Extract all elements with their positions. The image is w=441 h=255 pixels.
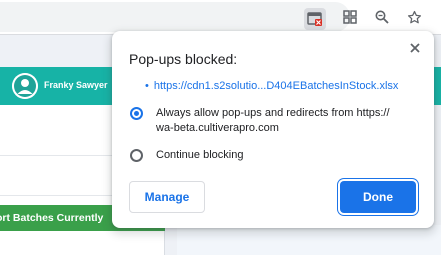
blocked-popup-link[interactable]: • https://cdn1.s2solutio...D404EBatchesIn… bbox=[145, 80, 398, 92]
popups-blocked-dialog: Pop-ups blocked: • https://cdn1.s2solutio… bbox=[112, 31, 434, 228]
done-button[interactable]: Done bbox=[340, 181, 416, 213]
continue-blocking-label[interactable]: Continue blocking bbox=[156, 148, 243, 163]
avatar[interactable] bbox=[12, 73, 38, 99]
close-icon[interactable] bbox=[405, 38, 425, 58]
blocked-popup-url: https://cdn1.s2solutio...D404EBatchesInS… bbox=[153, 80, 399, 92]
zoom-icon[interactable] bbox=[369, 4, 395, 30]
always-allow-label[interactable]: Always allow pop-ups and redirects from … bbox=[156, 106, 390, 136]
radio-continue-blocking[interactable] bbox=[130, 149, 143, 162]
bookmark-star-icon[interactable] bbox=[401, 4, 427, 30]
popup-blocked-icon[interactable] bbox=[304, 8, 326, 30]
browser-toolbar bbox=[0, 0, 441, 34]
user-name[interactable]: Franky Sawyer bbox=[44, 80, 108, 90]
radio-always-allow[interactable] bbox=[130, 107, 143, 120]
right-panel bbox=[177, 225, 441, 255]
manage-button[interactable]: Manage bbox=[129, 181, 205, 213]
bullet-icon: • bbox=[145, 80, 149, 92]
export-batches-label: ort Batches Currently bbox=[0, 212, 104, 224]
address-bar[interactable] bbox=[0, 2, 350, 32]
apps-grid-icon[interactable] bbox=[337, 4, 363, 30]
dialog-title: Pop-ups blocked: bbox=[129, 51, 238, 67]
